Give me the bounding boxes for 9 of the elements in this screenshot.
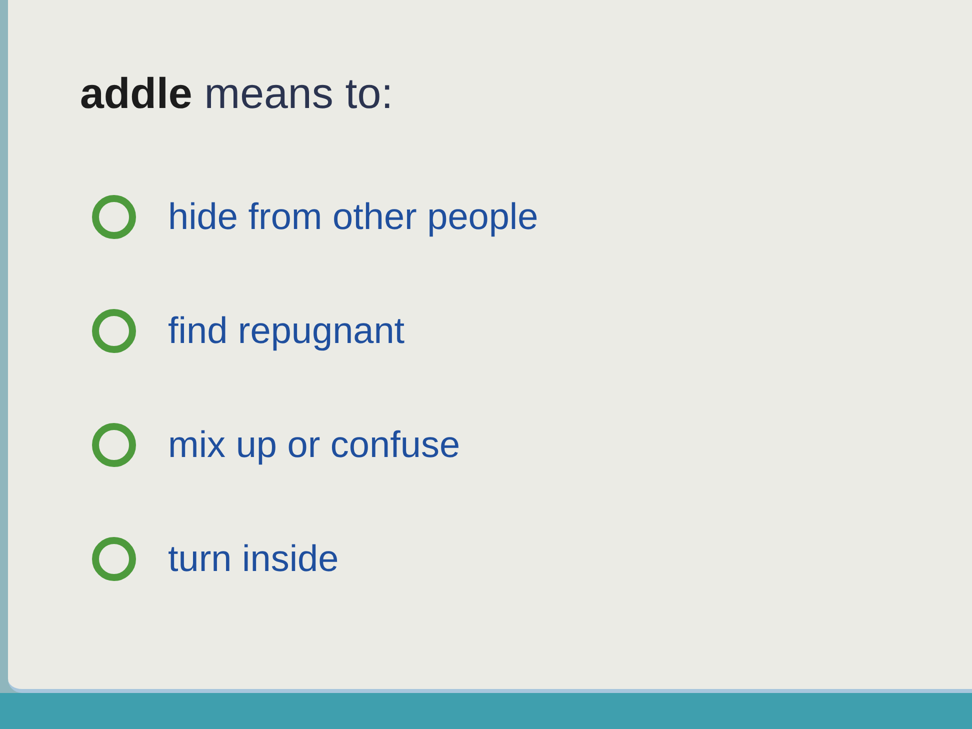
option-label[interactable]: hide from other people: [168, 194, 538, 240]
option-label[interactable]: find repugnant: [168, 308, 405, 354]
option-label[interactable]: mix up or confuse: [168, 422, 460, 468]
radio-button[interactable]: [92, 423, 136, 467]
radio-button[interactable]: [92, 195, 136, 239]
radio-button[interactable]: [92, 537, 136, 581]
radio-button[interactable]: [92, 309, 136, 353]
question-text: addle means to:: [80, 69, 394, 120]
option-label[interactable]: turn inside: [168, 536, 339, 582]
